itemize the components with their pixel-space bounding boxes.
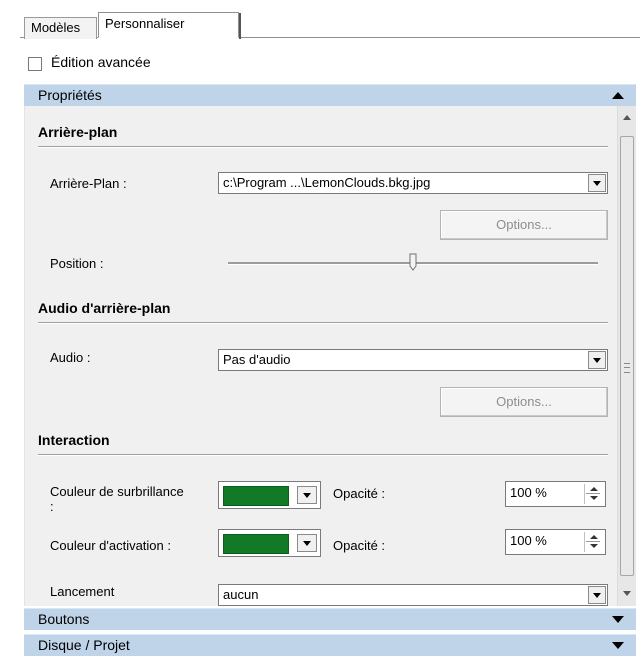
activation-opacity-spinner[interactable]: 100 % (505, 529, 606, 555)
grip-icon (624, 363, 630, 373)
background-file-label: Arrière-Plan : (50, 176, 127, 191)
properties-scrollbar[interactable] (617, 106, 636, 606)
section-divider (38, 322, 608, 324)
advanced-edit-label[interactable]: Édition avancée (51, 54, 151, 70)
buttons-section-label: Boutons (38, 611, 90, 627)
activation-color-label: Couleur d'activation : (50, 538, 171, 553)
launch-value: aucun (223, 587, 259, 602)
collapse-arrow-icon (612, 92, 624, 99)
launch-label: Lancement (50, 584, 115, 599)
scroll-down-arrow-icon[interactable] (623, 591, 631, 596)
tab-customize[interactable]: Personnaliser (98, 12, 241, 39)
dropdown-arrow-icon[interactable] (588, 586, 606, 604)
activation-opacity-value: 100 % (510, 533, 547, 548)
highlight-color-swatch (223, 486, 289, 506)
position-label: Position : (50, 256, 104, 271)
highlight-opacity-value: 100 % (510, 485, 547, 500)
activation-color-swatch (223, 534, 289, 554)
audio-value: Pas d'audio (223, 352, 291, 367)
highlight-opacity-label: Opacité : (333, 486, 386, 501)
spinner-buttons[interactable] (584, 532, 603, 552)
highlight-color-label: Couleur de surbrillance : (50, 484, 184, 514)
section-divider (38, 146, 608, 148)
audio-label: Audio : (50, 350, 91, 365)
spin-down-icon[interactable] (590, 496, 598, 500)
spinner-buttons[interactable] (584, 484, 603, 504)
disc-project-section-header[interactable]: Disque / Projet (24, 634, 636, 656)
interaction-section-title: Interaction (38, 432, 110, 448)
dropdown-arrow-icon[interactable] (588, 351, 606, 369)
expand-arrow-icon (612, 616, 624, 623)
section-divider (38, 454, 608, 456)
dropdown-arrow-icon[interactable] (588, 174, 606, 192)
activation-opacity-label: Opacité : (333, 538, 386, 553)
disc-project-section-label: Disque / Projet (38, 637, 130, 653)
advanced-edit-checkbox[interactable] (28, 57, 42, 71)
tab-bar: Modèles Personnaliser (20, 0, 640, 39)
spin-down-icon[interactable] (590, 544, 598, 548)
spin-up-icon[interactable] (590, 535, 598, 539)
audio-select[interactable]: Pas d'audio (218, 349, 608, 371)
dropdown-arrow-icon[interactable] (297, 486, 317, 504)
activation-color-picker[interactable] (218, 529, 321, 557)
background-options-button[interactable]: Options... (440, 210, 608, 240)
dropdown-arrow-icon[interactable] (297, 534, 317, 552)
spinner-separator (586, 541, 600, 542)
highlight-color-picker[interactable] (218, 481, 321, 509)
buttons-section-header[interactable]: Boutons (24, 608, 636, 630)
spinner-separator (586, 493, 600, 494)
launch-select[interactable]: aucun (218, 584, 608, 606)
scrollbar-thumb[interactable] (620, 136, 634, 576)
properties-section-header[interactable]: Propriétés (24, 84, 636, 106)
properties-section-label: Propriétés (38, 87, 102, 103)
spin-up-icon[interactable] (590, 487, 598, 491)
expand-arrow-icon (612, 642, 624, 649)
position-slider-thumb[interactable] (409, 253, 417, 271)
tab-models[interactable]: Modèles (24, 17, 97, 39)
audio-options-button[interactable]: Options... (440, 387, 608, 417)
scroll-up-arrow-icon[interactable] (623, 115, 631, 120)
background-file-value: c:\Program ...\LemonClouds.bkg.jpg (223, 175, 431, 190)
highlight-opacity-spinner[interactable]: 100 % (505, 481, 606, 507)
background-section-title: Arrière-plan (38, 124, 118, 140)
background-file-select[interactable]: c:\Program ...\LemonClouds.bkg.jpg (218, 172, 608, 194)
audio-section-title: Audio d'arrière-plan (38, 300, 171, 316)
